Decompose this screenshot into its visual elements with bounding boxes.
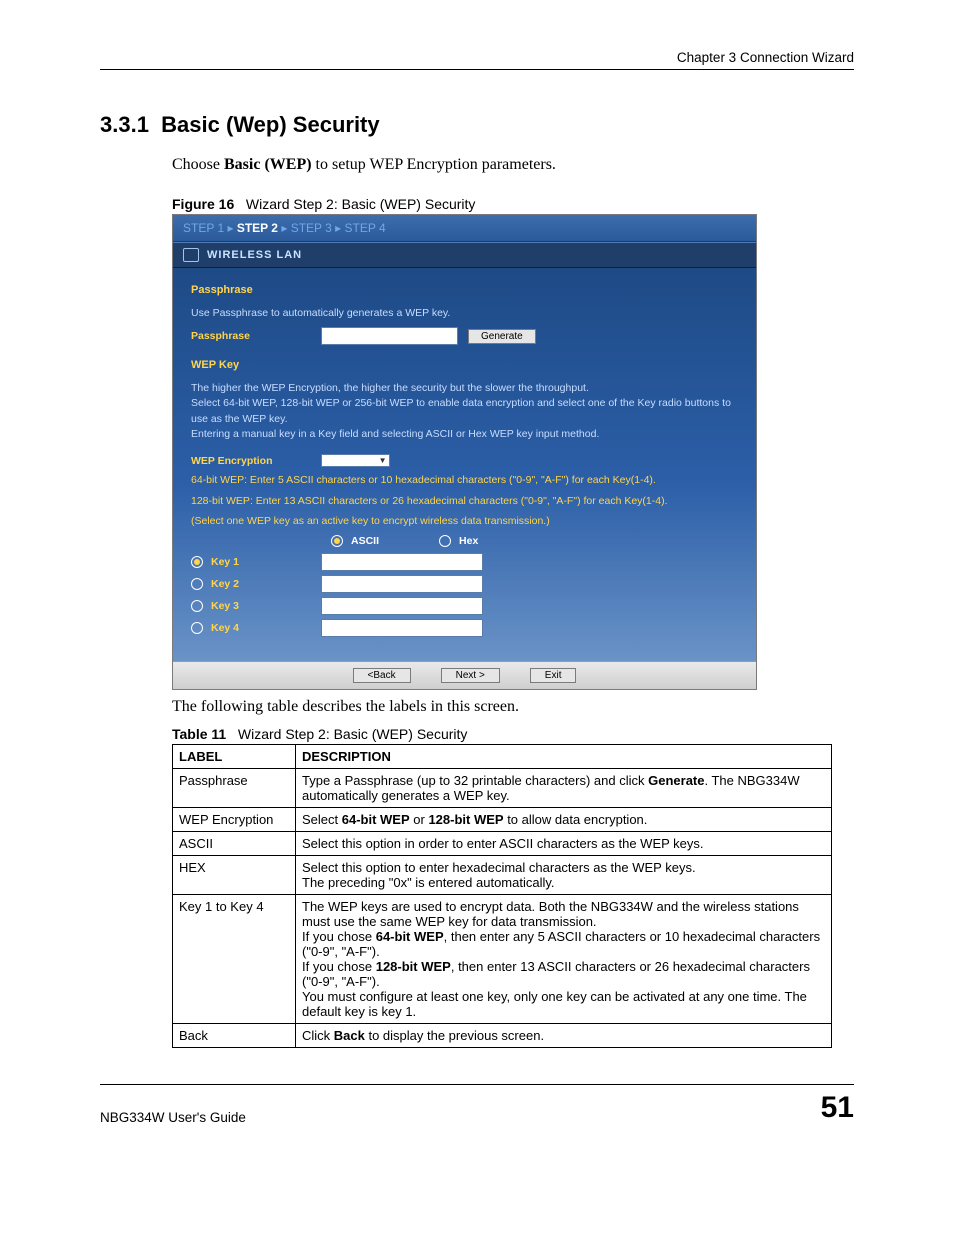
chapter-header: Chapter 3 Connection Wizard xyxy=(100,50,854,65)
chevron-right-icon: ▸ xyxy=(332,221,345,235)
radio-icon xyxy=(331,535,343,547)
wizard-screenshot: STEP 1 ▸ STEP 2 ▸ STEP 3 ▸ STEP 4 WIRELE… xyxy=(172,214,757,690)
key-input[interactable] xyxy=(321,575,483,593)
key-row: Key 2 xyxy=(191,575,738,593)
format-ascii-radio[interactable]: ASCII xyxy=(331,535,379,547)
key-radio[interactable]: Key 1 xyxy=(191,556,321,568)
cell-description: Select this option to enter hexadecimal … xyxy=(296,856,832,895)
section-title-text: Basic (Wep) Security xyxy=(161,112,379,137)
table-row: HEXSelect this option to enter hexadecim… xyxy=(173,856,832,895)
intro-bold: Basic (WEP) xyxy=(224,156,312,173)
cell-label: WEP Encryption xyxy=(173,808,296,832)
chevron-right-icon: ▸ xyxy=(224,221,237,235)
wizard-step: STEP 3 xyxy=(291,221,332,235)
radio-icon xyxy=(191,578,203,590)
cell-description: The WEP keys are used to encrypt data. B… xyxy=(296,895,832,1024)
table-caption: Table 11 Wizard Step 2: Basic (WEP) Secu… xyxy=(172,726,854,742)
key-input[interactable] xyxy=(321,597,483,615)
key-radio[interactable]: Key 2 xyxy=(191,578,321,590)
chevron-right-icon: ▸ xyxy=(278,221,291,235)
th-description: DESCRIPTION xyxy=(296,745,832,769)
wep-help-2: Select 64-bit WEP, 128-bit WEP or 256-bi… xyxy=(191,396,738,426)
table-caption-text: Wizard Step 2: Basic (WEP) Security xyxy=(238,726,468,742)
key-row: Key 1 xyxy=(191,553,738,571)
section-number: 3.3.1 xyxy=(100,112,149,137)
after-shot-text: The following table describes the labels… xyxy=(172,698,854,716)
passphrase-hint: Use Passphrase to automatically generate… xyxy=(191,306,738,321)
wizard-steps: STEP 1 ▸ STEP 2 ▸ STEP 3 ▸ STEP 4 xyxy=(173,215,756,242)
passphrase-label: Passphrase xyxy=(191,330,311,342)
exit-button[interactable]: Exit xyxy=(530,668,577,683)
key-radio[interactable]: Key 4 xyxy=(191,622,321,634)
cell-label: Back xyxy=(173,1024,296,1048)
cell-label: Passphrase xyxy=(173,769,296,808)
key-row: Key 4 xyxy=(191,619,738,637)
cell-label: ASCII xyxy=(173,832,296,856)
next-button[interactable]: Next > xyxy=(441,668,500,683)
table-row: Key 1 to Key 4The WEP keys are used to e… xyxy=(173,895,832,1024)
wep-instruction-64: 64-bit WEP: Enter 5 ASCII characters or … xyxy=(191,473,738,488)
generate-button[interactable]: Generate xyxy=(468,329,536,344)
cell-description: Select 64-bit WEP or 128-bit WEP to allo… xyxy=(296,808,832,832)
table-header-row: LABEL DESCRIPTION xyxy=(173,745,832,769)
figure-label: Figure 16 xyxy=(172,196,234,212)
cell-description: Type a Passphrase (up to 32 printable ch… xyxy=(296,769,832,808)
th-label: LABEL xyxy=(173,745,296,769)
table-row: PassphraseType a Passphrase (up to 32 pr… xyxy=(173,769,832,808)
description-table: LABEL DESCRIPTION PassphraseType a Passp… xyxy=(172,744,832,1048)
cell-description: Select this option in order to enter ASC… xyxy=(296,832,832,856)
section-intro: Choose Basic (WEP) to setup WEP Encrypti… xyxy=(172,156,854,174)
wizard-step: STEP 1 xyxy=(183,221,224,235)
radio-icon xyxy=(191,600,203,612)
key-format-row: ASCII Hex xyxy=(331,535,738,547)
page-number: 51 xyxy=(821,1091,854,1125)
wlan-panel-header: WIRELESS LAN xyxy=(173,242,756,268)
intro-post: to setup WEP Encryption parameters. xyxy=(312,156,556,173)
figure-caption-text: Wizard Step 2: Basic (WEP) Security xyxy=(246,196,476,212)
wizard-step: STEP 2 xyxy=(237,221,278,235)
wep-encryption-label: WEP Encryption xyxy=(191,455,311,467)
table-row: BackClick Back to display the previous s… xyxy=(173,1024,832,1048)
radio-icon xyxy=(191,622,203,634)
wep-instruction-select: (Select one WEP key as an active key to … xyxy=(191,514,738,529)
table-row: WEP EncryptionSelect 64-bit WEP or 128-b… xyxy=(173,808,832,832)
wep-help-3: Entering a manual key in a Key field and… xyxy=(191,427,738,442)
wlan-title: WIRELESS LAN xyxy=(207,249,302,261)
wizard-footer: <Back Next > Exit xyxy=(173,661,756,689)
radio-icon xyxy=(191,556,203,568)
key-input[interactable] xyxy=(321,553,483,571)
radio-icon xyxy=(439,535,451,547)
table-row: ASCIISelect this option in order to ente… xyxy=(173,832,832,856)
cell-label: Key 1 to Key 4 xyxy=(173,895,296,1024)
wep-instruction-128: 128-bit WEP: Enter 13 ASCII characters o… xyxy=(191,494,738,509)
page-footer: NBG334W User's Guide 51 xyxy=(100,1084,854,1125)
wireless-icon xyxy=(183,248,199,262)
back-button[interactable]: <Back xyxy=(353,668,411,683)
footer-guide: NBG334W User's Guide xyxy=(100,1110,246,1125)
passphrase-input[interactable] xyxy=(321,327,458,345)
figure-caption: Figure 16 Wizard Step 2: Basic (WEP) Sec… xyxy=(172,196,854,212)
cell-description: Click Back to display the previous scree… xyxy=(296,1024,832,1048)
format-hex-radio[interactable]: Hex xyxy=(439,535,478,547)
key-input[interactable] xyxy=(321,619,483,637)
key-radio[interactable]: Key 3 xyxy=(191,600,321,612)
passphrase-section-title: Passphrase xyxy=(191,284,738,296)
wepkey-section-title: WEP Key xyxy=(191,359,738,371)
header-rule xyxy=(100,69,854,70)
wep-help-1: The higher the WEP Encryption, the highe… xyxy=(191,381,738,396)
intro-pre: Choose xyxy=(172,156,224,173)
wep-encryption-select[interactable]: 64-bit WEP xyxy=(321,454,390,467)
wizard-step: STEP 4 xyxy=(345,221,386,235)
key-row: Key 3 xyxy=(191,597,738,615)
table-label: Table 11 xyxy=(172,726,226,742)
section-heading: 3.3.1 Basic (Wep) Security xyxy=(100,112,854,138)
cell-label: HEX xyxy=(173,856,296,895)
